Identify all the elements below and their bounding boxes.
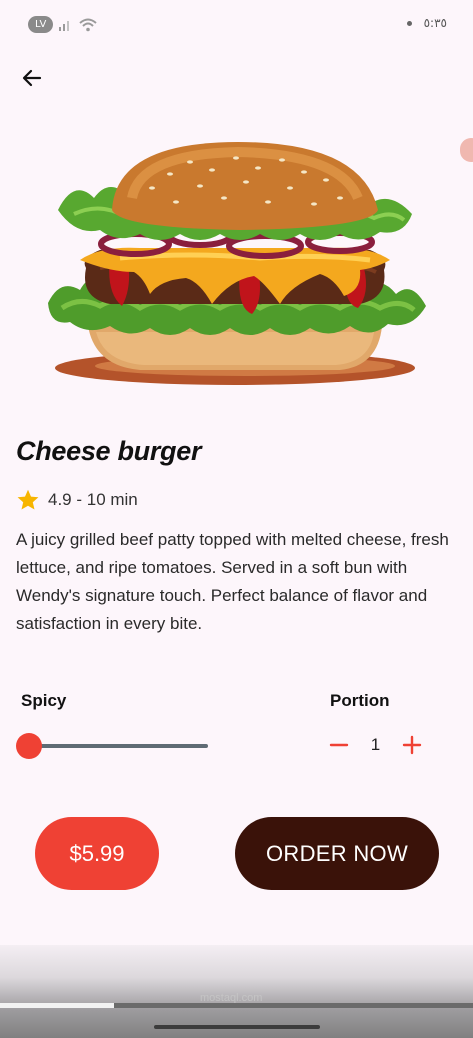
- slider-thumb[interactable]: [16, 733, 42, 759]
- rating-text: 4.9 - 10 min: [48, 490, 138, 509]
- star-icon: [17, 489, 39, 510]
- back-button[interactable]: [14, 60, 50, 96]
- video-progress-bar[interactable]: [0, 1003, 473, 1008]
- arrow-left-icon: [22, 69, 42, 87]
- rating-row: 4.9 - 10 min: [16, 488, 138, 512]
- edge-handle[interactable]: [460, 138, 473, 162]
- burger-image: [48, 142, 426, 385]
- price-button[interactable]: $5.99: [35, 817, 159, 890]
- spicy-label: Spicy: [21, 691, 67, 710]
- status-left: LV: [28, 16, 97, 33]
- spicy-slider[interactable]: [16, 732, 210, 760]
- signal-icon: [59, 20, 70, 31]
- status-time: ٥:٣٥: [423, 16, 447, 30]
- decrease-button[interactable]: [328, 734, 350, 756]
- notification-dot: [406, 20, 412, 26]
- portion-stepper: 1: [328, 730, 423, 760]
- wifi-icon: [79, 18, 97, 31]
- increase-button[interactable]: [401, 734, 423, 756]
- status-bar: LV ٥:٣٥: [0, 0, 473, 50]
- product-title: Cheese burger: [16, 436, 202, 466]
- product-description: A juicy grilled beef patty topped with m…: [16, 530, 449, 633]
- status-right: ٥:٣٥: [406, 16, 447, 30]
- navigation-handle[interactable]: [154, 1025, 320, 1029]
- plus-icon: [402, 735, 422, 755]
- status-badge: LV: [28, 16, 54, 33]
- portion-value: 1: [370, 735, 381, 754]
- portion-label: Portion: [330, 691, 390, 710]
- slider-track[interactable]: [30, 744, 208, 748]
- screen: LV ٥:٣٥ Cheese burger 4.9 - 10 min A jui…: [0, 0, 473, 1038]
- minus-icon: [329, 743, 349, 747]
- order-now-button[interactable]: ORDER NOW: [235, 817, 439, 890]
- video-progress-fill: [0, 1003, 114, 1008]
